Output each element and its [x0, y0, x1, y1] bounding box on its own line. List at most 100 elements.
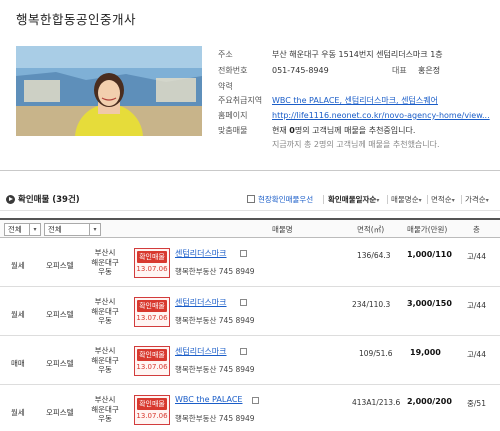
column-area-header: 면적(㎡) — [357, 225, 385, 234]
confirmed-stamp: 확인매물 13.07.06 — [134, 346, 170, 376]
phone-label: 전화번호 — [218, 66, 248, 75]
region-label: 주요취급지역 — [218, 96, 263, 105]
confirmed-stamp: 확인매물 13.07.06 — [134, 297, 170, 327]
property-type: 오피스텔 — [46, 261, 74, 270]
listing-row[interactable]: 월세 오피스텔 부산시 해운대구 우동 확인매물 13.07.06 센텀리더스마… — [0, 288, 500, 336]
address-line-3: 우동 — [98, 267, 112, 276]
section-title-text: 확인매물 — [18, 195, 50, 205]
agency-name: 행복한합동공인중개사 — [16, 12, 137, 27]
address-line-3: 우동 — [98, 365, 112, 374]
column-price-header: 매물가(만원) — [407, 225, 448, 234]
listing-table-header: 전체 ▾ 전체 ▾ 매물명 면적(㎡) 매물가(만원) 층 — [0, 218, 500, 238]
sort-onsite-first[interactable]: 현장확인매물우선 — [258, 194, 313, 205]
agent-contact: 행복한부동산 745 8949 — [175, 365, 255, 374]
listing-area: 413A1/213.6 — [352, 398, 401, 407]
chevron-down-icon: ▾ — [418, 197, 422, 204]
confirmed-stamp: 확인매물 13.07.06 — [134, 395, 170, 425]
address-line-3: 우동 — [98, 316, 112, 325]
sort-name-label: 매물명순 — [391, 195, 419, 204]
document-icon[interactable] — [240, 348, 247, 355]
phone-value: 051-745-8949 — [272, 66, 329, 75]
address-line-2: 해운대구 — [91, 306, 119, 316]
agent-contact: 행복한부동산 745 8949 — [175, 267, 255, 276]
onsite-first-checkbox[interactable] — [247, 195, 255, 203]
address-line-1: 부산시 — [94, 248, 116, 257]
sort-area-label: 면적순 — [431, 195, 452, 204]
column-floor-header: 층 — [473, 225, 480, 234]
address-line-3: 우동 — [98, 414, 112, 423]
chevron-down-icon: ▾ — [485, 197, 489, 204]
address-line-2: 해운대구 — [91, 355, 119, 365]
listing-title-link[interactable]: 센텀리더스마크 — [175, 248, 227, 259]
representative-value: 홍은정 — [418, 66, 441, 75]
listing-price: 3,000/150 — [407, 299, 452, 308]
property-type: 오피스텔 — [46, 408, 74, 417]
address-line-2: 해운대구 — [91, 404, 119, 414]
listing-address: 부산시 해운대구 우동 — [85, 248, 125, 277]
agent-contact: 행복한부동산 745 8949 — [175, 316, 255, 325]
confirmed-stamp-label: 확인매물 — [137, 251, 167, 263]
listing-row[interactable]: 매매 오피스텔 부산시 해운대구 우동 확인매물 13.07.06 센텀리더스마… — [0, 337, 500, 385]
deal-type-select-value: 전체 — [8, 225, 22, 234]
listing-floor: 고/44 — [467, 301, 486, 310]
sort-area[interactable]: 면적순▾ — [431, 194, 455, 205]
custom-listing-note: 지금까지 총 2명의 고객님께 매물을 추천했습니다. — [272, 140, 440, 149]
sort-confirm-date-label: 확인매물일자순 — [328, 195, 377, 204]
listing-floor: 고/44 — [467, 350, 486, 359]
representative-label: 대표 — [392, 66, 407, 75]
confirmed-date: 13.07.06 — [136, 265, 168, 273]
listing-address: 부산시 해운대구 우동 — [85, 297, 125, 326]
custom-listing-label: 맞춤매물 — [218, 126, 248, 135]
agent-contact: 행복한부동산 745 8949 — [175, 414, 255, 423]
address-value: 부산 해운대구 우동 1514번지 센텀리더스마크 1층 — [272, 50, 443, 59]
property-type: 오피스텔 — [46, 310, 74, 319]
sort-confirm-date[interactable]: 확인매물일자순▾ — [328, 194, 379, 205]
confirmed-stamp-label: 확인매물 — [137, 300, 167, 312]
divider — [461, 195, 462, 204]
phone-row: 전화번호 051-745-8949 대표 홍은정 — [218, 64, 500, 78]
document-icon[interactable] — [240, 250, 247, 257]
confirmed-date: 13.07.06 — [136, 363, 168, 371]
divider — [323, 195, 324, 204]
confirmed-stamp-label: 확인매물 — [137, 349, 167, 361]
document-icon[interactable] — [240, 299, 247, 306]
divider — [427, 195, 428, 204]
listing-title-link[interactable]: 센텀리더스마크 — [175, 297, 227, 308]
agency-panel: 행복한합동공인중개사 주소 부산 해운대구 우동 1514번지 센텀리더스마크 … — [0, 0, 500, 171]
address-line-1: 부산시 — [94, 395, 116, 404]
region-links[interactable]: WBC the PALACE, 센텀리더스마크, 센텀스퀘어 — [272, 94, 438, 108]
listing-count: (39건) — [52, 195, 80, 205]
confirmed-date: 13.07.06 — [136, 314, 168, 322]
brief-label: 약력 — [218, 82, 233, 91]
listing-floor: 중/51 — [467, 399, 486, 408]
sort-price[interactable]: 가격순▾ — [465, 194, 489, 205]
listing-floor: 고/44 — [467, 252, 486, 261]
section-title: 확인매물 (39건) — [18, 193, 80, 205]
homepage-link[interactable]: http://life1116.neonet.co.kr/novo-agency… — [272, 109, 490, 123]
listing-price: 1,000/110 — [407, 250, 452, 259]
confirmed-listings-header: 확인매물 (39건) 현장확인매물우선 확인매물일자순▾ 매물명순▾ 면적순▾ … — [0, 189, 500, 211]
listing-price: 2,000/200 — [407, 397, 452, 406]
listing-address: 부산시 해운대구 우동 — [85, 346, 125, 375]
custom-listing-text: 현재 0명의 고객님께 매물을 추천중입니다. — [272, 124, 415, 138]
listing-row[interactable]: 월세 오피스텔 부산시 해운대구 우동 확인매물 13.07.06 WBC th… — [0, 386, 500, 431]
address-line-1: 부산시 — [94, 297, 116, 306]
address-line-1: 부산시 — [94, 346, 116, 355]
listing-title-link[interactable]: WBC the PALACE — [175, 395, 242, 404]
homepage-label: 홈페이지 — [218, 111, 248, 120]
listing-address: 부산시 해운대구 우동 — [85, 395, 125, 424]
listing-price: 19,000 — [410, 348, 441, 357]
property-type-select[interactable]: 전체 ▾ — [44, 223, 101, 236]
custom-suffix: 명의 고객님께 매물을 추천중입니다. — [294, 126, 416, 135]
listing-area: 109/51.6 — [359, 349, 393, 358]
document-icon[interactable] — [252, 397, 259, 404]
listing-row[interactable]: 월세 오피스텔 부산시 해운대구 우동 확인매물 13.07.06 센텀리더스마… — [0, 239, 500, 287]
listing-title-link[interactable]: 센텀리더스마크 — [175, 346, 227, 357]
deal-type: 월세 — [11, 310, 25, 319]
confirmed-date: 13.07.06 — [136, 412, 168, 420]
agent-photo — [16, 46, 202, 136]
bullet-arrow-icon — [6, 195, 15, 204]
deal-type-select[interactable]: 전체 ▾ — [4, 223, 41, 236]
sort-name[interactable]: 매물명순▾ — [391, 194, 422, 205]
deal-type: 월세 — [11, 408, 25, 417]
